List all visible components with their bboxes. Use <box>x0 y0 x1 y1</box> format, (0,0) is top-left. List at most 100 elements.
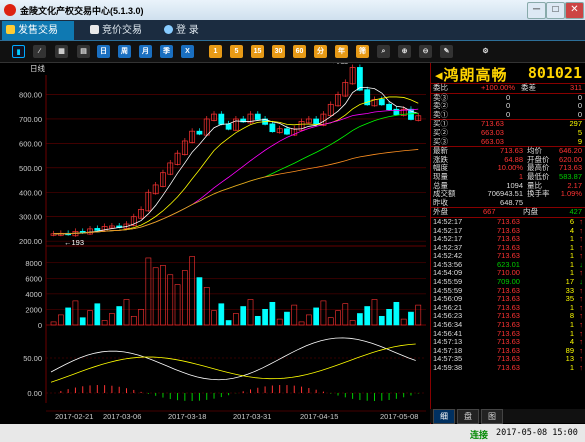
min1-button[interactable]: 1 <box>209 45 222 58</box>
quote-panel: ◂鸿朗高畅 801021 委比 +100.00% 委差 311 卖③ 0 0 卖② 0 0… <box>430 63 585 440</box>
candle <box>284 128 290 135</box>
volume-bar <box>189 256 195 326</box>
sell-book: 卖③ 0 0 卖② 0 0 卖① 0 0 <box>431 93 585 120</box>
high-marker: →911 <box>329 63 348 65</box>
period-day-button[interactable]: 日 <box>97 45 110 58</box>
weicha-value: 311 <box>570 83 582 92</box>
multi-chart-icon[interactable]: ▦ <box>55 45 68 58</box>
volume-bar <box>116 306 123 326</box>
tab-primary-trade[interactable]: 发售交易 <box>2 21 74 40</box>
tick-volume: 1 <box>569 363 574 372</box>
volume-bar <box>349 320 356 326</box>
volume-bar <box>109 313 115 326</box>
user-icon <box>164 25 173 34</box>
volume-bar <box>233 313 239 326</box>
kline-chart[interactable]: 日线 800.00 700.00 600.00 500.00 400.00 300.00 20… <box>0 56 428 431</box>
close-button[interactable]: ✕ <box>565 2 584 19</box>
period-season-button[interactable]: 季 <box>160 45 173 58</box>
compare-icon[interactable]: ▤ <box>77 45 90 58</box>
volume-bar <box>196 277 203 326</box>
minimize-button[interactable]: ─ <box>527 2 546 19</box>
y-axis-label: 800.00 <box>19 91 42 100</box>
chart-toolbar: ▮ ∕ ▦ ▤ 日 周 月 季 X 1 5 15 30 60 分 年 筛 ⌕ ⊕… <box>0 41 585 63</box>
volume-axis-label: 2000 <box>25 305 42 314</box>
low-marker: ←193 <box>64 238 84 247</box>
tick-list[interactable]: 14:52:17 713.63 6 ↑ 14:52:17 713.63 4 ↑ 14:52:17… <box>431 217 585 373</box>
inner-value: 427 <box>569 207 582 217</box>
draw-icon[interactable]: ✎ <box>440 45 453 58</box>
tab-detail[interactable]: 细 <box>433 409 455 424</box>
magnify-icon[interactable]: ⌕ <box>377 45 390 58</box>
candle <box>313 118 320 125</box>
tab-bid-trade[interactable]: 竞价交易 <box>86 21 158 40</box>
volume-bar <box>357 313 363 326</box>
volume-bar <box>371 299 378 326</box>
date-label: 2017-03-06 <box>103 412 141 421</box>
window-title: 金陵文化产权交易中心(5.1.3.0) <box>20 6 144 16</box>
weibi-row: 委比 +100.00% 委差 311 <box>431 83 585 93</box>
tick-direction: ↑ <box>579 363 583 372</box>
stock-name-text: 鸿朗高畅 <box>443 66 508 84</box>
ma30-line <box>53 112 419 235</box>
zoom-in-icon[interactable]: ⊕ <box>398 45 411 58</box>
y-axis-label: 600.00 <box>19 139 42 148</box>
gear-icon[interactable]: ⚙ <box>479 45 492 58</box>
volume-bar <box>276 318 283 326</box>
volume-bar <box>327 317 334 326</box>
min5-button[interactable]: 5 <box>230 45 243 58</box>
y-axis-label: 200.00 <box>19 237 42 246</box>
outer-label: 外盘 <box>433 207 448 217</box>
volume-bar <box>393 301 400 326</box>
line-chart-icon[interactable]: ∕ <box>33 45 46 58</box>
hammer-icon <box>90 25 99 34</box>
candle <box>225 123 232 130</box>
period-week-button[interactable]: 周 <box>118 45 131 58</box>
date-label: 2017-05-08 <box>380 412 418 421</box>
stat-value: 1.09% <box>560 189 582 199</box>
year-button[interactable]: 年 <box>335 45 348 58</box>
weibi-label: 委比 <box>433 83 448 92</box>
volume-bar <box>415 304 422 326</box>
inner-label: 内盘 <box>523 207 538 217</box>
volume-bar <box>254 315 261 326</box>
date-label: 2017-03-18 <box>168 412 206 421</box>
zoom-out-icon[interactable]: ⊖ <box>419 45 432 58</box>
minute-button[interactable]: 分 <box>314 45 327 58</box>
volume-bar <box>218 303 225 326</box>
sell-label: 卖① <box>433 109 448 119</box>
tab-book[interactable]: 盘 <box>457 409 479 424</box>
volume-bar <box>174 284 181 326</box>
volume-bar <box>298 321 305 326</box>
volume-bar <box>57 314 64 326</box>
tab-login[interactable]: 登 录 <box>160 21 220 40</box>
volume-axis-label: 8000 <box>25 259 42 268</box>
volume-bar <box>181 270 188 326</box>
buy-row: 买③ 663.03 9 <box>431 137 585 147</box>
tick-row: 14:59:38 713.63 1 ↑ <box>431 363 585 373</box>
volume-bar <box>386 308 392 326</box>
volume-bar <box>87 310 93 326</box>
tab-label: 发售交易 <box>18 25 58 36</box>
candle <box>393 108 400 115</box>
volume-bar <box>247 299 254 326</box>
dea-line <box>50 343 416 383</box>
min15-button[interactable]: 15 <box>251 45 264 58</box>
period-x-button[interactable]: X <box>181 45 194 58</box>
tab-graph[interactable]: 图 <box>481 409 503 424</box>
volume-bar <box>138 308 144 326</box>
min30-button[interactable]: 30 <box>272 45 285 58</box>
maximize-button[interactable]: □ <box>546 2 565 19</box>
sell-row: 卖① 0 0 <box>431 109 585 120</box>
indicator-axis-label: 50.00 <box>23 354 42 363</box>
min60-button[interactable]: 60 <box>293 45 306 58</box>
period-month-button[interactable]: 月 <box>139 45 152 58</box>
candle <box>196 130 203 135</box>
volume-bar <box>203 287 210 326</box>
filter-button[interactable]: 筛 <box>356 45 369 58</box>
main-tabs: 发售交易 竞价交易 登 录 <box>0 20 585 41</box>
stock-name: ◂鸿朗高畅 <box>435 66 508 84</box>
volume-bar <box>284 311 290 326</box>
tick-price: 713.63 <box>497 363 520 372</box>
kline-chart-icon[interactable]: ▮ <box>12 45 25 58</box>
y-axis-label: 500.00 <box>19 164 42 173</box>
